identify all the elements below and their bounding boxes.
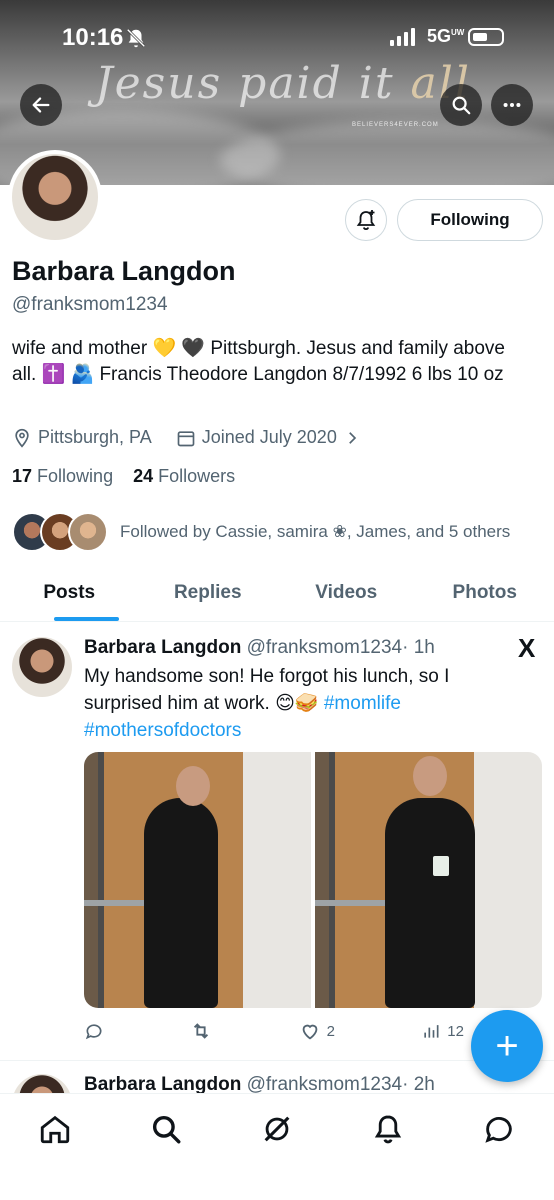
profile-joined: Joined July 2020 <box>201 427 337 447</box>
arrow-left-icon <box>32 97 50 113</box>
battery-icon <box>468 28 504 46</box>
repost-button[interactable] <box>190 1020 212 1042</box>
profile-meta: Pittsburgh, PA Joined July 2020 <box>12 427 361 448</box>
post-author-name[interactable]: Barbara Langdon <box>84 637 241 658</box>
silent-bell-icon <box>126 28 146 48</box>
status-bar: 10:16 5GUW <box>0 0 554 70</box>
network-type: 5GUW <box>427 26 465 46</box>
profile-avatar[interactable] <box>8 150 102 244</box>
follower-avatar <box>68 512 108 552</box>
more-icon <box>503 102 521 108</box>
location-pin-icon <box>15 428 29 448</box>
bell-plus-icon <box>356 210 376 230</box>
bell-icon[interactable] <box>371 1112 405 1146</box>
post-media[interactable] <box>84 752 542 1008</box>
post[interactable]: Barbara Langdon @franksmom1234· 1h X My … <box>0 623 554 1061</box>
profile-location: Pittsburgh, PA <box>38 427 152 447</box>
profile-handle: @franksmom1234 <box>12 294 168 315</box>
home-icon[interactable] <box>38 1112 72 1146</box>
status-time: 10:16 <box>62 24 124 51</box>
banner-cloud <box>220 120 554 185</box>
search-button[interactable] <box>440 84 482 126</box>
reply-icon <box>85 1024 102 1040</box>
x-logo-icon: X <box>518 633 536 663</box>
notifications-toggle-button[interactable] <box>345 199 387 241</box>
post-author-handle: @franksmom1234 <box>246 637 403 658</box>
followed-by-row[interactable]: Followed by Cassie, samira ❀, James, and… <box>12 512 510 552</box>
signal-icon <box>390 28 415 46</box>
reply-button[interactable] <box>84 1020 104 1042</box>
bottom-nav <box>0 1093 554 1200</box>
profile-name: Barbara Langdon <box>12 256 236 286</box>
views-icon <box>424 1025 439 1038</box>
post-actions: 2 12 <box>84 1020 464 1042</box>
heart-icon <box>302 1024 317 1040</box>
post-time: · 2h <box>402 1074 435 1095</box>
post-photo[interactable] <box>315 752 542 1008</box>
following-button[interactable]: Following <box>397 199 543 241</box>
tab-videos[interactable]: Videos <box>277 570 416 621</box>
profile-tabs: Posts Replies Videos Photos <box>0 570 554 622</box>
tab-replies[interactable]: Replies <box>139 570 278 621</box>
post-avatar[interactable] <box>12 637 72 697</box>
post-author-handle: @franksmom1234 <box>246 1074 403 1095</box>
post-author-name[interactable]: Barbara Langdon <box>84 1074 241 1095</box>
repost-icon <box>194 1023 209 1039</box>
view-count: 12 <box>447 1022 464 1040</box>
active-tab-indicator <box>54 617 119 621</box>
following-count-link[interactable]: 17 Following <box>12 466 113 486</box>
views-button[interactable]: 12 <box>421 1020 464 1042</box>
post-time: · 1h <box>402 637 435 658</box>
follow-counts: 17 Following 24 Followers <box>12 466 235 487</box>
hashtag-link[interactable]: #mothersofdoctors <box>84 720 241 741</box>
tab-photos[interactable]: Photos <box>416 570 554 621</box>
search-icon[interactable] <box>149 1112 183 1146</box>
search-icon <box>452 96 471 115</box>
followers-count-link[interactable]: 24 Followers <box>133 466 235 486</box>
like-button[interactable]: 2 <box>299 1020 335 1042</box>
grok-icon[interactable] <box>260 1112 294 1146</box>
chevron-right-icon[interactable] <box>343 429 361 447</box>
compose-post-button[interactable]: + <box>471 1010 543 1082</box>
post-photo[interactable] <box>84 752 311 1008</box>
banner-subtext: BELIEVERS4EVER.COM <box>352 122 439 128</box>
tab-posts[interactable]: Posts <box>0 570 139 621</box>
more-button[interactable] <box>491 84 533 126</box>
back-button[interactable] <box>20 84 62 126</box>
post-text: My handsome son! He forgot his lunch, so… <box>84 666 450 741</box>
hashtag-link[interactable]: #momlife <box>324 693 401 714</box>
chat-icon[interactable] <box>482 1112 516 1146</box>
post-header: Barbara Langdon @franksmom1234· 1h <box>84 637 435 659</box>
followed-by-text: Followed by Cassie, samira ❀, James, and… <box>120 522 511 541</box>
profile-bio: wife and mother 💛 🖤 Pittsburgh. Jesus an… <box>12 338 505 385</box>
calendar-icon <box>177 430 195 446</box>
like-count: 2 <box>326 1022 335 1040</box>
